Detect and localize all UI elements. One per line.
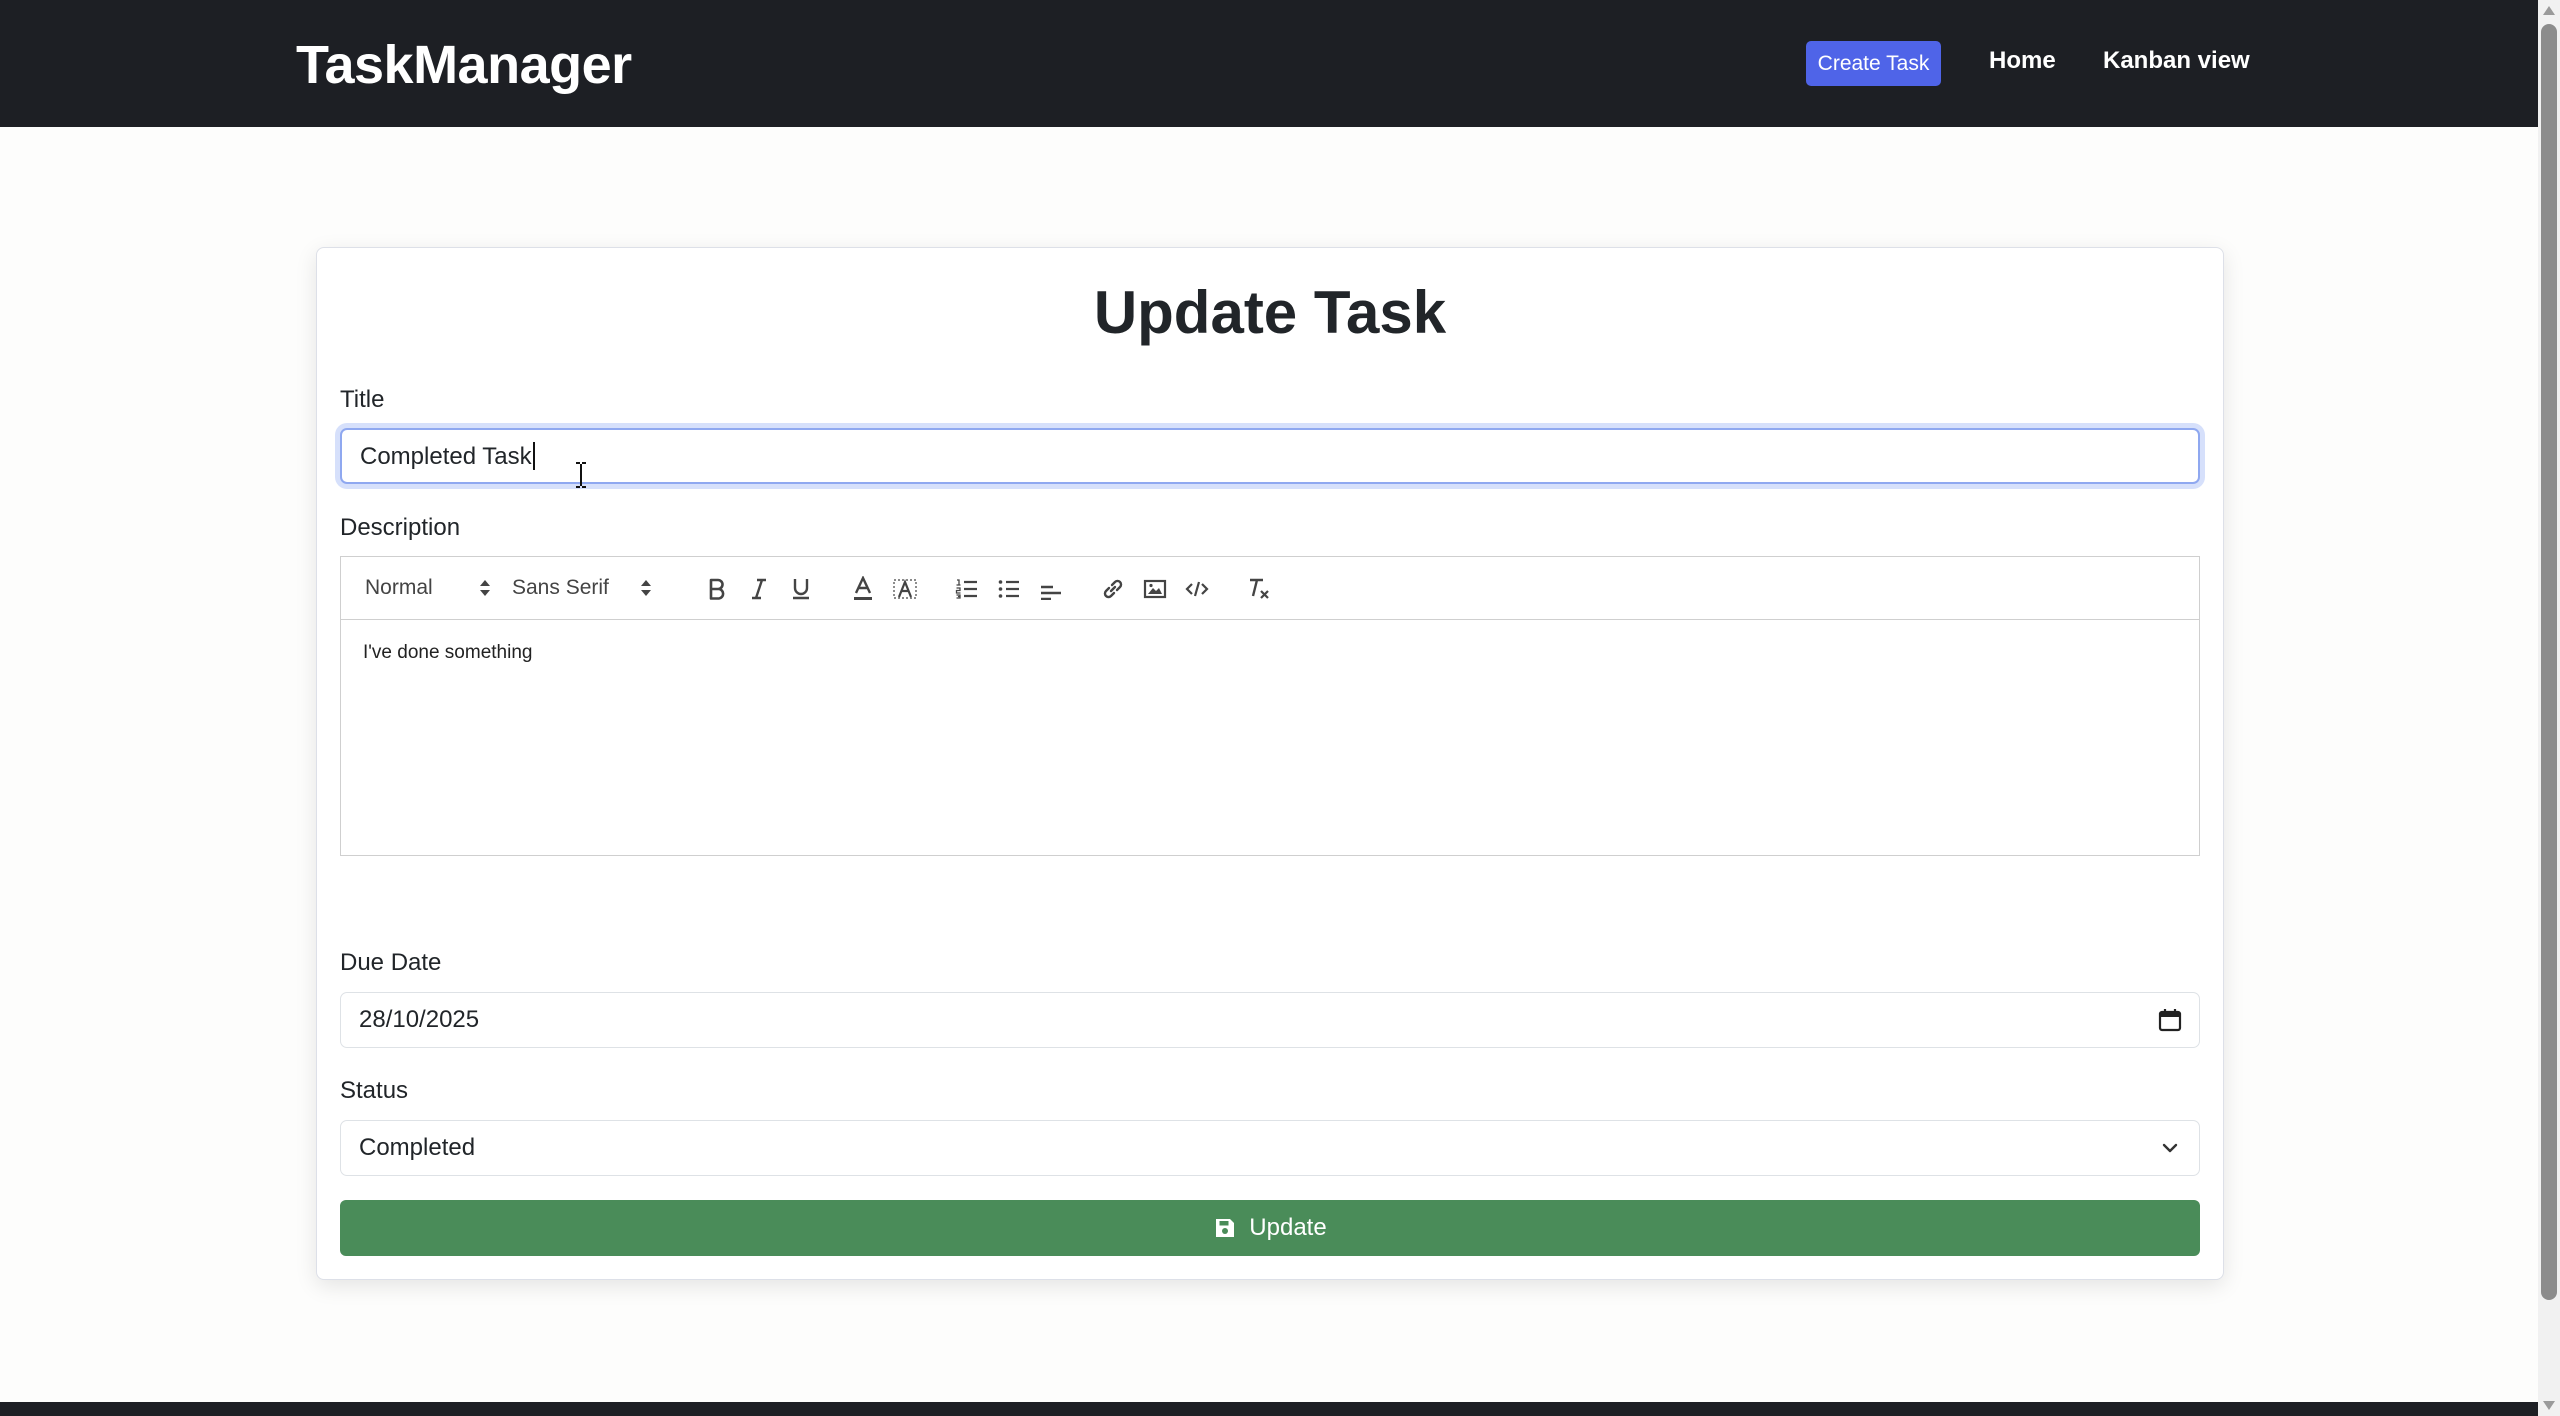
nav-link-home[interactable]: Home <box>1989 46 2056 76</box>
scroll-up-arrow-icon[interactable] <box>2543 6 2555 15</box>
calendar-icon[interactable] <box>2157 1007 2183 1033</box>
underline-icon[interactable] <box>786 574 816 604</box>
clear-format-icon[interactable] <box>1244 574 1274 604</box>
editor-content[interactable]: I've done something <box>363 642 532 664</box>
due-date-value: 28/10/2025 <box>359 1006 480 1033</box>
save-icon <box>1216 1219 1235 1237</box>
status-selected-value: Completed <box>359 1134 476 1161</box>
text-color-icon[interactable] <box>848 574 878 604</box>
status-label: Status <box>340 1077 409 1104</box>
italic-icon[interactable] <box>744 574 774 604</box>
chevron-down-icon[interactable] <box>2157 1135 2183 1161</box>
image-icon[interactable] <box>1140 574 1170 604</box>
due-date-label: Due Date <box>340 949 442 976</box>
text-caret <box>532 441 535 470</box>
update-button[interactable]: Update <box>340 1200 2200 1256</box>
nav-link-kanban[interactable]: Kanban view <box>2103 46 2250 76</box>
editor-toolbar: Normal Sans Serif <box>341 557 2199 620</box>
scrollbar-thumb[interactable] <box>2541 24 2557 1300</box>
font-picker-arrows-icon[interactable] <box>640 577 652 599</box>
link-icon[interactable] <box>1098 574 1128 604</box>
background-color-icon[interactable] <box>890 574 920 604</box>
title-label: Title <box>340 386 385 413</box>
page-title: Update Task <box>1093 279 1447 346</box>
page-scrollbar[interactable] <box>2538 0 2560 1416</box>
status-select[interactable]: Completed <box>340 1120 2200 1176</box>
ordered-list-icon[interactable] <box>952 574 982 604</box>
due-date-input[interactable]: 28/10/2025 <box>340 992 2200 1048</box>
update-button-label: Update <box>1249 1214 1327 1241</box>
code-icon[interactable] <box>1182 574 1212 604</box>
title-input-value: Completed Task <box>360 443 532 470</box>
header-picker-arrows-icon[interactable] <box>479 577 491 599</box>
create-task-button[interactable]: Create Task <box>1806 41 1941 86</box>
description-label: Description <box>340 514 461 541</box>
bullet-list-icon[interactable] <box>994 574 1024 604</box>
update-task-card: Update Task Title Completed Task Descrip… <box>316 247 2224 1280</box>
font-picker[interactable]: Sans Serif <box>512 575 609 601</box>
navbar: TaskManager Create Task Home Kanban view <box>0 0 2538 127</box>
title-input[interactable]: Completed Task <box>340 428 2200 484</box>
bold-icon[interactable] <box>702 574 732 604</box>
scroll-down-arrow-icon[interactable] <box>2543 1401 2555 1410</box>
ibeam-cursor-icon <box>576 462 586 488</box>
header-picker[interactable]: Normal <box>365 575 433 601</box>
align-icon[interactable] <box>1036 574 1066 604</box>
description-editor[interactable]: Normal Sans Serif I've done something <box>340 556 2200 856</box>
footer-strip <box>0 1402 2538 1416</box>
brand-logo[interactable]: TaskManager <box>296 34 632 96</box>
